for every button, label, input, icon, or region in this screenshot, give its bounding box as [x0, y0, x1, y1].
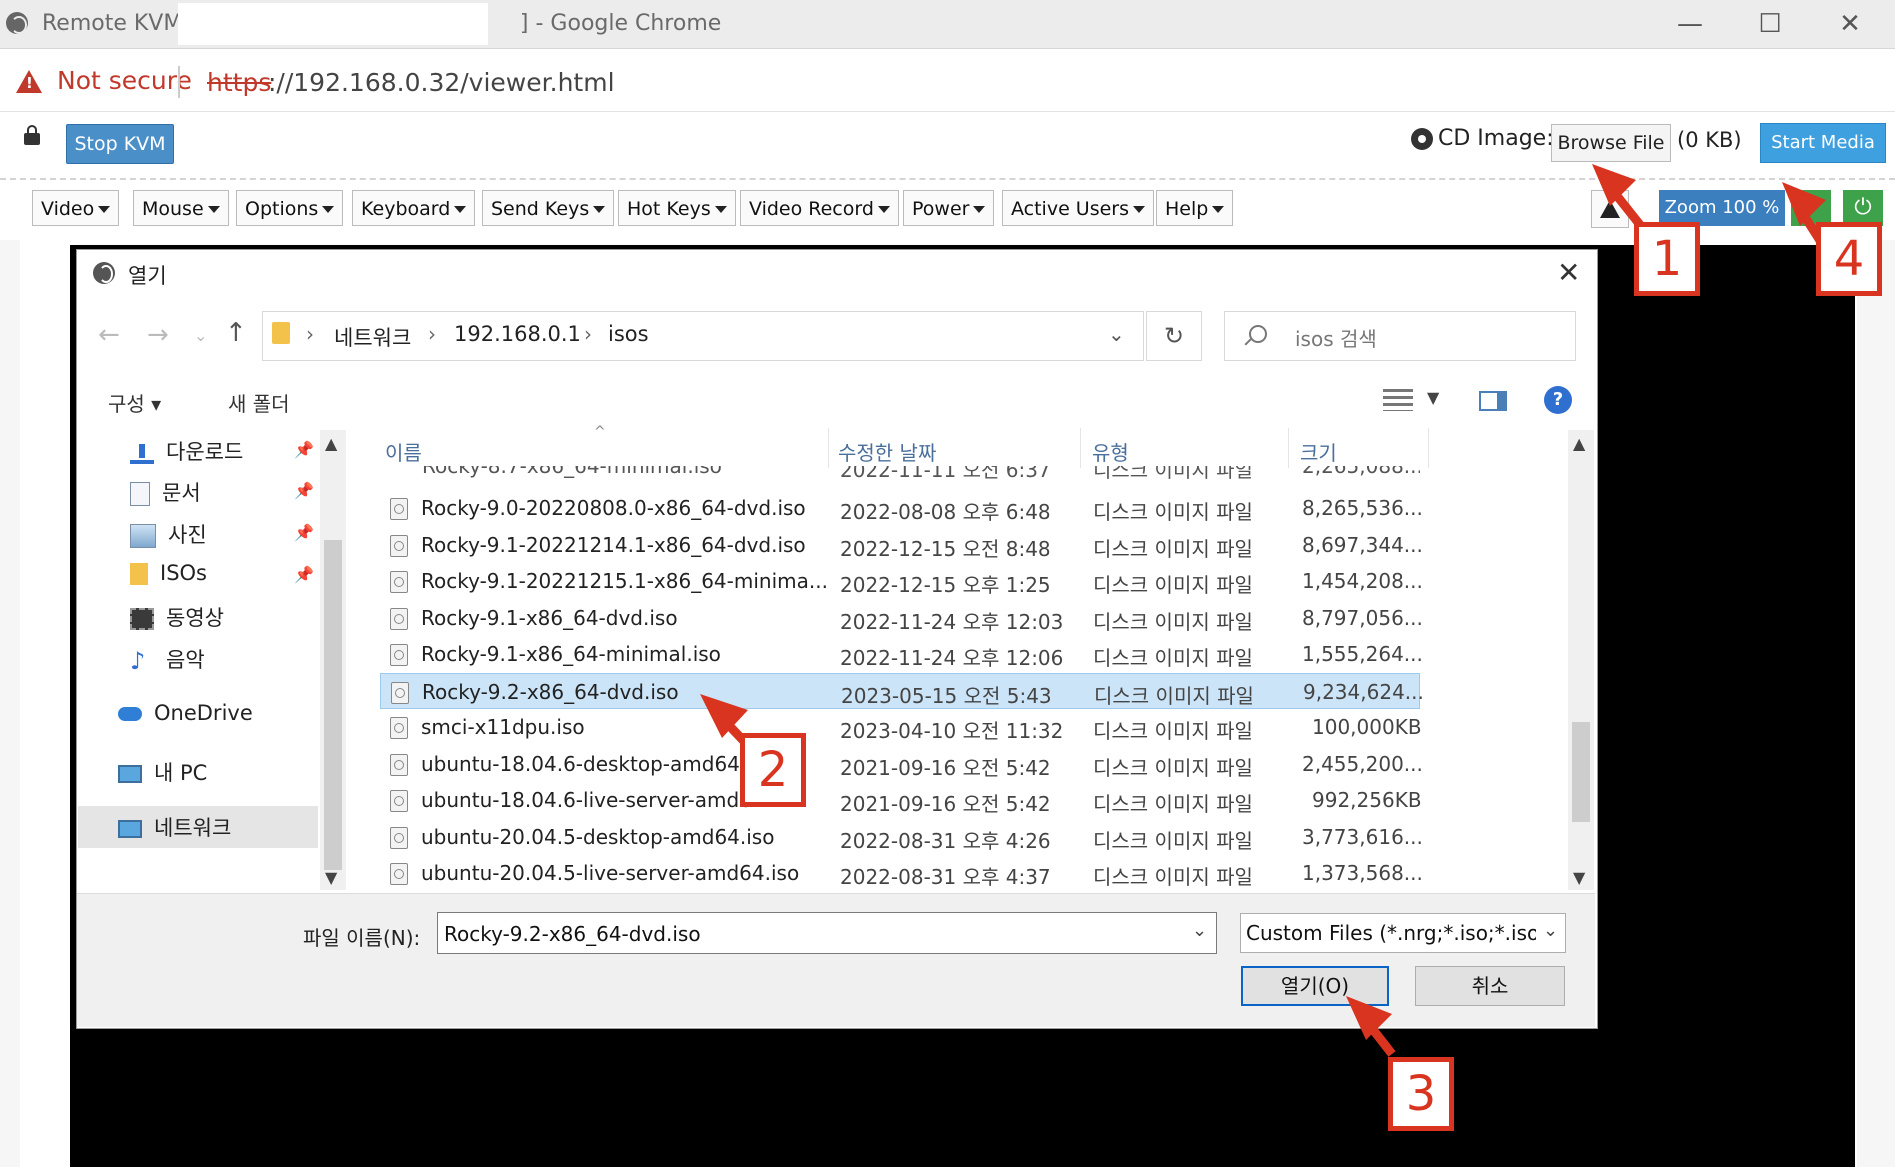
arrow-1-head [1592, 164, 1636, 206]
annotation-badge-1: 1 [1634, 222, 1700, 296]
annotation-badge-4: 4 [1816, 222, 1882, 296]
annotation-badge-2: 2 [740, 733, 806, 807]
annotation-badge-3: 3 [1388, 1057, 1454, 1131]
arrow-4-head [1782, 182, 1826, 226]
annotation-arrows [700, 164, 1830, 1057]
arrow-3-head [1346, 996, 1392, 1040]
